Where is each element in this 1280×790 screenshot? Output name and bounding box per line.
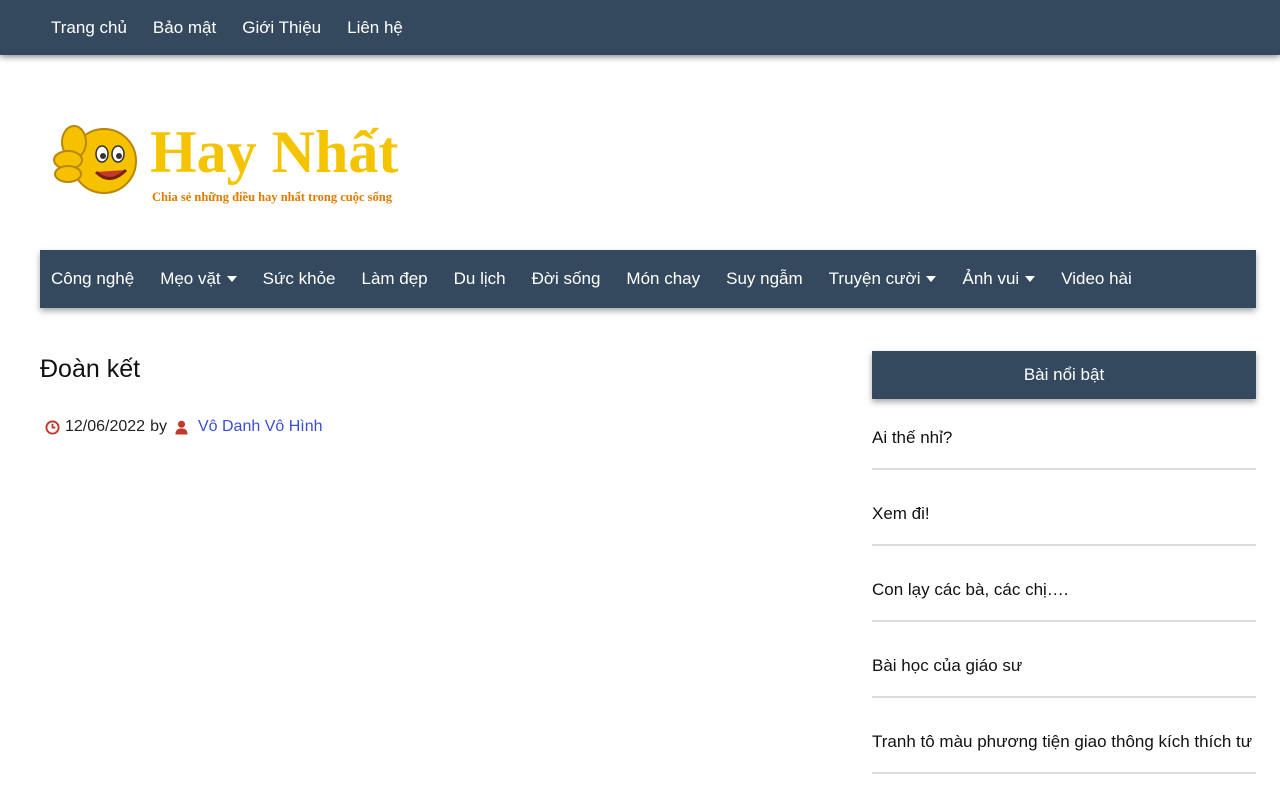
nav-item-label: Truyện cười [828,269,921,288]
logo-tagline: Chia sẻ những điều hay nhất trong cuộc s… [152,190,393,204]
nav-item-label: Món chay [626,269,701,288]
featured-post-item[interactable]: Con lạy các bà, các chị…. [872,562,1256,622]
nav-item-label: Ảnh vui [962,269,1020,288]
top-menu: Trang chủ Bảo mật Giới Thiệu Liên hệ [0,0,1280,55]
nav-item-funny-photos[interactable]: Ảnh vui [962,269,1036,289]
site-logo[interactable]: Hay Nhất Chia sẻ những điều hay nhất tro… [46,106,446,216]
top-menu-item-home[interactable]: Trang chủ [51,18,127,38]
featured-post-item[interactable]: Xem đi! [872,486,1256,546]
logo-title: Hay Nhất [150,119,398,185]
main-menu: Công nghệ Mẹo vặt Sức khỏe Làm đẹp Du lị… [40,250,1256,308]
post-date: 12/06/2022 [65,418,146,435]
top-menu-item-contact[interactable]: Liên hệ [347,18,403,38]
nav-item-health[interactable]: Sức khỏe [263,269,336,289]
nav-item-beauty[interactable]: Làm đẹp [361,269,427,289]
top-menu-item-privacy[interactable]: Bảo mật [153,18,216,38]
caret-down-icon [1025,276,1036,282]
nav-item-tips[interactable]: Mẹo vặt [160,269,237,289]
featured-widget-title: Bài nổi bật [872,351,1256,399]
nav-item-label: Video hài [1061,269,1132,288]
nav-item-label: Làm đẹp [361,269,428,288]
nav-item-travel[interactable]: Du lịch [454,269,506,289]
featured-post-item[interactable]: Tranh tô màu phương tiện giao thông kích… [872,714,1256,774]
caret-down-icon [926,276,937,282]
post-title: Đoàn kết [40,355,141,383]
clock-icon [45,419,60,435]
featured-posts-list: Ai thế nhỉ? Xem đi! Con lạy các bà, các … [872,410,1256,790]
top-bar: Trang chủ Bảo mật Giới Thiệu Liên hệ [0,0,1280,55]
nav-item-label: Du lịch [453,269,506,288]
nav-item-reflection[interactable]: Suy ngẫm [726,269,803,289]
nav-item-jokes[interactable]: Truyện cười [829,269,937,289]
featured-post-item[interactable]: Bài học của giáo sư [872,638,1256,698]
caret-down-icon [226,276,237,282]
user-icon [175,420,188,434]
top-menu-item-about[interactable]: Giới Thiệu [242,18,321,38]
post-by-label: by [150,418,167,435]
thumbs-up-smiley-icon [53,125,137,194]
nav-item-label: Suy ngẫm [726,269,803,288]
featured-post-item[interactable]: Ai thế nhỉ? [872,410,1256,470]
nav-item-vegetarian[interactable]: Món chay [626,269,700,289]
nav-item-label: Mẹo vặt [160,269,221,288]
nav-item-technology[interactable]: Công nghệ [51,269,134,289]
nav-item-label: Công nghệ [51,269,135,288]
nav-item-funny-videos[interactable]: Video hài [1061,269,1132,289]
post-author-link[interactable]: Vô Danh Vô Hình [198,418,323,436]
post-meta: 12/06/2022 by Vô Danh Vô Hình [45,418,323,436]
nav-item-label: Đời sống [531,269,601,288]
nav-item-life[interactable]: Đời sống [532,269,601,289]
main-nav: Công nghệ Mẹo vặt Sức khỏe Làm đẹp Du lị… [40,250,1256,308]
nav-item-label: Sức khỏe [262,269,336,288]
